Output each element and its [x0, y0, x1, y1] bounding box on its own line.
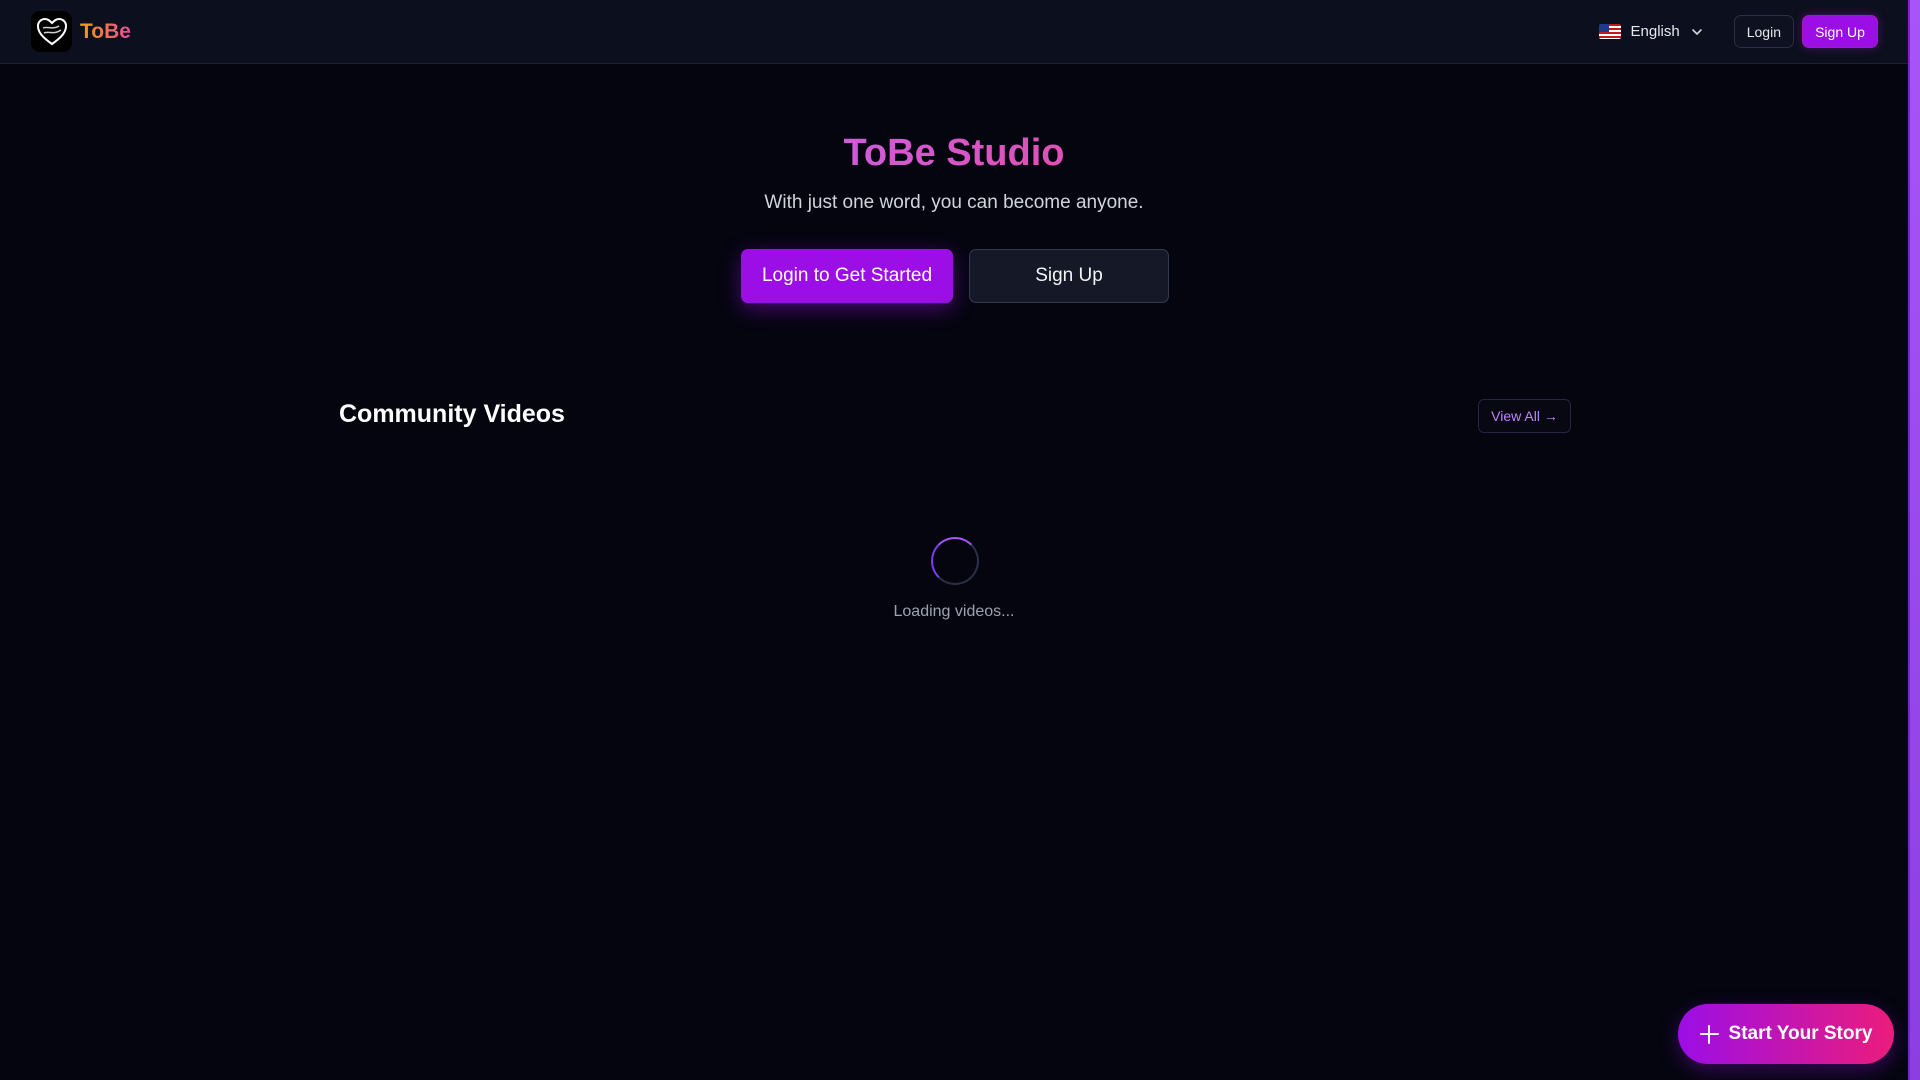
nav-login-button[interactable]: Login — [1733, 15, 1794, 48]
heart-logo-svg — [36, 17, 67, 45]
hero-subtitle: With just one word, you can become anyon… — [764, 192, 1144, 213]
language-selector[interactable]: English — [1598, 23, 1704, 40]
brand-name[interactable]: ToBe — [80, 20, 131, 44]
login-to-get-started-button[interactable]: Login to Get Started — [741, 249, 953, 303]
start-your-story-button[interactable]: Start Your Story — [1678, 1004, 1894, 1064]
page-scrollbar[interactable] — [1908, 0, 1920, 1080]
nav-actions: English Login Sign Up — [1598, 15, 1878, 48]
language-label: English — [1630, 23, 1680, 40]
page-title: ToBe Studio — [0, 132, 1908, 175]
start-your-story-label: Start Your Story — [1728, 1023, 1873, 1044]
brand[interactable]: ToBe — [31, 11, 131, 52]
loading-spinner-icon — [931, 537, 979, 585]
view-all-button[interactable]: View All → — [1478, 399, 1571, 433]
chevron-down-icon — [1691, 28, 1702, 35]
nav-signup-button[interactable]: Sign Up — [1802, 15, 1878, 48]
scrollbar-thumb[interactable] — [1910, 0, 1920, 1080]
top-navbar: ToBe English Login Sign Up — [0, 0, 1908, 64]
hero-signup-button[interactable]: Sign Up — [969, 249, 1169, 303]
loading-text: Loading videos... — [893, 603, 1015, 620]
community-videos-title: Community Videos — [339, 400, 565, 428]
us-flag-icon — [1598, 24, 1621, 39]
heart-logo-icon[interactable] — [31, 11, 72, 52]
plus-icon — [1699, 1024, 1719, 1044]
